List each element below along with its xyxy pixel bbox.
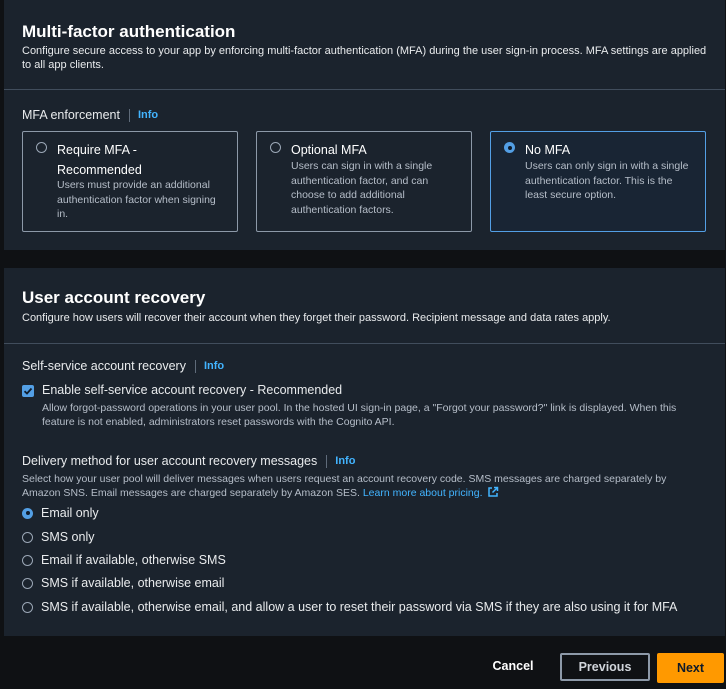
delivery-option-sms-else-email-mfa[interactable]: SMS if available, otherwise email, and a… — [22, 600, 677, 614]
delivery-option-label: SMS if available, otherwise email — [41, 576, 225, 590]
separator — [128, 108, 130, 122]
radio-email-else-sms[interactable] — [22, 554, 33, 566]
mfa-option-none[interactable]: No MFA Users can only sign in with a sin… — [490, 131, 706, 232]
recovery-panel: User account recovery Configure how user… — [4, 268, 725, 636]
delivery-option-label: Email if available, otherwise SMS — [41, 553, 226, 567]
self-service-checkbox-label[interactable]: Enable self-service account recovery - R… — [42, 383, 342, 397]
mfa-panel: Multi-factor authentication Configure se… — [4, 0, 725, 250]
radio-sms-only[interactable] — [22, 531, 33, 543]
recovery-description: Configure how users will recover their a… — [22, 312, 611, 324]
mfa-info-link[interactable]: Info — [138, 109, 158, 121]
self-service-checkbox-description: Allow forgot-password operations in your… — [42, 402, 677, 428]
external-link-icon — [487, 486, 498, 497]
option-description: Users can only sign in with a single aut… — [525, 160, 689, 201]
option-description: Users must provide an additional authent… — [57, 179, 216, 220]
radio-require-mfa[interactable] — [36, 142, 47, 153]
option-description: Users can sign in with a single authenti… — [291, 160, 433, 216]
radio-sms-else-email-mfa[interactable] — [22, 601, 33, 613]
delivery-option-email-else-sms[interactable]: Email if available, otherwise SMS — [22, 553, 226, 567]
pricing-link-text[interactable]: Learn more about pricing. — [363, 487, 483, 499]
pricing-link[interactable]: Learn more about pricing. — [363, 486, 499, 499]
previous-button[interactable]: Previous — [560, 653, 650, 681]
cancel-button[interactable]: Cancel — [485, 654, 541, 678]
delivery-option-label: SMS only — [41, 530, 95, 544]
radio-optional-mfa[interactable] — [270, 142, 281, 153]
radio-no-mfa[interactable] — [504, 142, 515, 153]
delivery-description-text: Select how your user pool will deliver m… — [22, 473, 667, 499]
delivery-info-link[interactable]: Info — [335, 455, 355, 467]
mfa-option-require[interactable]: Require MFA - Recommended Users must pro… — [22, 131, 238, 232]
delivery-option-label: SMS if available, otherwise email, and a… — [41, 600, 678, 614]
mfa-enforcement-text: MFA enforcement — [22, 108, 120, 122]
self-service-label: Self-service account recovery Info — [22, 359, 224, 373]
radio-email-only[interactable] — [22, 507, 33, 519]
self-service-checkbox[interactable] — [22, 385, 34, 397]
delivery-option-label: Email only — [41, 506, 99, 520]
next-button[interactable]: Next — [657, 653, 724, 683]
delivery-option-sms-only[interactable]: SMS only — [22, 530, 95, 544]
option-title: No MFA — [525, 143, 571, 157]
self-service-info-link[interactable]: Info — [204, 360, 224, 372]
delivery-method-label: Delivery method for user account recover… — [22, 454, 355, 468]
checkmark-icon — [23, 387, 33, 395]
recovery-title: User account recovery — [22, 288, 206, 307]
separator — [326, 454, 328, 468]
delivery-method-description: Select how your user pool will deliver m… — [22, 472, 701, 500]
divider — [4, 343, 725, 344]
divider — [4, 89, 725, 90]
self-service-text: Self-service account recovery — [22, 359, 186, 373]
mfa-title: Multi-factor authentication — [22, 22, 236, 41]
separator — [194, 359, 196, 373]
mfa-enforcement-label: MFA enforcement Info — [22, 108, 158, 122]
delivery-option-email-only[interactable]: Email only — [22, 506, 99, 520]
radio-sms-else-email[interactable] — [22, 577, 33, 589]
option-title: Optional MFA — [291, 143, 367, 157]
delivery-option-sms-else-email[interactable]: SMS if available, otherwise email — [22, 576, 224, 590]
mfa-description: Configure secure access to your app by e… — [22, 45, 707, 71]
delivery-method-text: Delivery method for user account recover… — [22, 454, 318, 468]
mfa-option-optional[interactable]: Optional MFA Users can sign in with a si… — [256, 131, 472, 232]
option-title: Require MFA - Recommended — [57, 143, 142, 177]
